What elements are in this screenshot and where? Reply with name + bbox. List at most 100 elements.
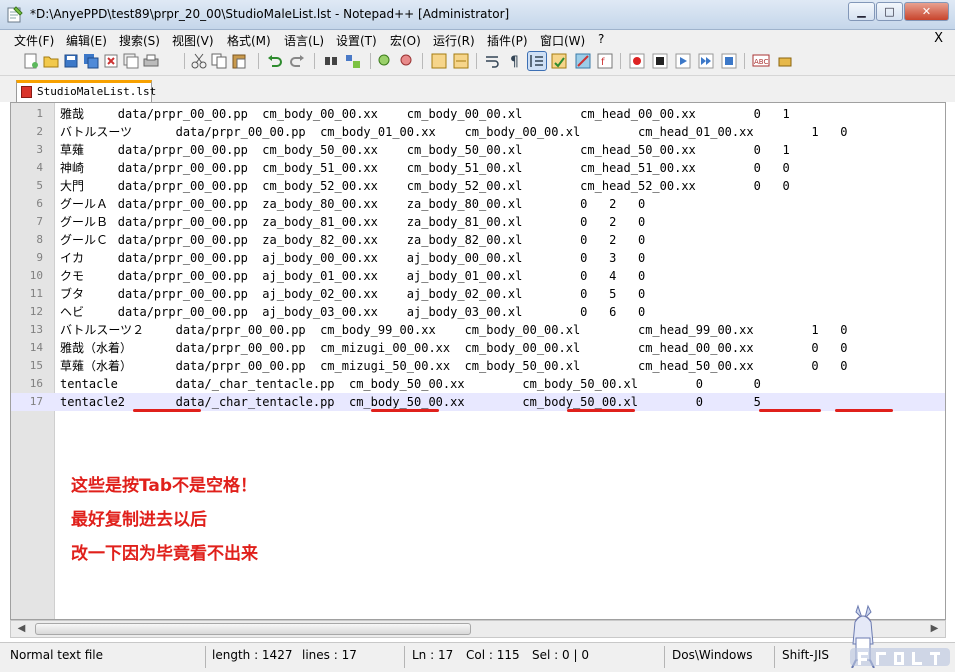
print-icon[interactable]	[142, 52, 160, 70]
menu-run[interactable]: 运行(R)	[433, 32, 475, 49]
editor-line[interactable]: 7 グールＢ data/prpr_00_00.pp za_body_81_00.x…	[11, 213, 945, 231]
svg-text:ABC: ABC	[754, 58, 768, 66]
scrollbar-thumb[interactable]	[35, 623, 471, 635]
scroll-right-icon[interactable]: ▶	[926, 621, 943, 637]
editor-line[interactable]: 1 雅哉 data/prpr_00_00.pp cm_body_00_00.xx …	[11, 105, 945, 123]
find-icon[interactable]	[322, 52, 340, 70]
line-number: 8	[36, 233, 43, 246]
line-text: 草薙 data/prpr_00_00.pp cm_body_50_00.xx c…	[60, 143, 790, 157]
close-document-button[interactable]: X	[934, 31, 943, 46]
cursor-line: Ln : 17	[412, 648, 454, 662]
indent-guide-icon[interactable]	[527, 51, 547, 71]
editor-line[interactable]: 14 雅哉（水着） data/prpr_00_00.pp cm_mizugi_00…	[11, 339, 945, 357]
line-number: 2	[36, 125, 43, 138]
editor-line[interactable]: 10 クモ data/prpr_00_00.pp aj_body_01_00.xx…	[11, 267, 945, 285]
line-number: 12	[29, 305, 43, 318]
minimize-button[interactable]: ▁	[848, 2, 875, 21]
editor-line[interactable]: 5 大門 data/prpr_00_00.pp cm_body_52_00.xx …	[11, 177, 945, 195]
encoding[interactable]: Shift-JIS	[782, 648, 829, 662]
user-defined-language-icon[interactable]	[550, 52, 568, 70]
line-number: 13	[29, 323, 43, 336]
word-wrap-icon[interactable]	[484, 52, 502, 70]
annotation-line-1: 这些是按Tab不是空格！	[71, 476, 258, 496]
status-bar: Normal text file length : 1427 lines : 1…	[0, 642, 955, 672]
annotation-line-3: 改一下因为毕竟看不出来	[71, 544, 258, 564]
sync-horizontal-icon[interactable]	[452, 52, 470, 70]
line-text: ブタ data/prpr_00_00.pp aj_body_02_00.xx a…	[60, 287, 646, 301]
tab-bar: StudioMaleList.lst	[0, 76, 955, 102]
undo-icon[interactable]	[266, 52, 284, 70]
scroll-left-icon[interactable]: ◀	[13, 621, 30, 637]
save-icon[interactable]	[62, 52, 80, 70]
play-macro-icon[interactable]	[674, 52, 692, 70]
maximize-button[interactable]: □	[876, 2, 903, 21]
cut-icon[interactable]	[190, 52, 208, 70]
stop-macro-icon[interactable]	[651, 52, 669, 70]
title-bar: *D:\AnyePPD\test89\prpr_20_00\StudioMale…	[0, 0, 955, 30]
redo-icon[interactable]	[288, 52, 306, 70]
text-editor[interactable]: 1 雅哉 data/prpr_00_00.pp cm_body_00_00.xx …	[10, 102, 946, 620]
menu-file[interactable]: 文件(F)	[14, 32, 54, 49]
menu-settings[interactable]: 设置(T)	[336, 32, 377, 49]
line-text: イカ data/prpr_00_00.pp aj_body_00_00.xx a…	[60, 251, 646, 265]
new-file-icon[interactable]	[22, 52, 40, 70]
menu-language[interactable]: 语言(L)	[284, 32, 324, 49]
tab-marker	[759, 409, 821, 412]
line-text: 雅哉（水着） data/prpr_00_00.pp cm_mizugi_00_0…	[60, 341, 848, 355]
eol-format[interactable]: Dos\Windows	[672, 648, 752, 662]
editor-line[interactable]: 6 グールＡ data/prpr_00_00.pp za_body_80_00.x…	[11, 195, 945, 213]
horizontal-scrollbar[interactable]: ◀ ▶	[10, 620, 946, 638]
editor-line[interactable]: 15 草薙（水着） data/prpr_00_00.pp cm_mizugi_50…	[11, 357, 945, 375]
paste-icon[interactable]	[230, 52, 248, 70]
tab-marker	[133, 409, 201, 412]
function-list-icon[interactable]: f	[596, 52, 614, 70]
unsaved-file-icon	[21, 86, 32, 98]
line-number: 10	[29, 269, 43, 282]
plugin-tool-icon[interactable]	[776, 52, 794, 70]
show-all-chars-icon[interactable]: ¶	[506, 52, 524, 70]
menu-edit[interactable]: 编辑(E)	[66, 32, 107, 49]
save-all-icon[interactable]	[82, 52, 100, 70]
close-window-button[interactable]: ✕	[904, 2, 949, 21]
menu-search[interactable]: 搜索(S)	[119, 32, 160, 49]
editor-line[interactable]: 16 tentacle data/_char_tentacle.pp cm_bod…	[11, 375, 945, 393]
editor-line[interactable]: 3 草薙 data/prpr_00_00.pp cm_body_50_00.xx …	[11, 141, 945, 159]
zoom-in-icon[interactable]	[376, 52, 394, 70]
close-file-icon[interactable]	[102, 52, 120, 70]
svg-text:f: f	[601, 57, 605, 68]
tab-studiomalelist[interactable]: StudioMaleList.lst	[16, 80, 156, 102]
zoom-out-icon[interactable]	[398, 52, 416, 70]
menu-format[interactable]: 格式(M)	[227, 32, 271, 49]
copy-icon[interactable]	[210, 52, 228, 70]
doc-length: length : 1427	[212, 648, 293, 662]
editor-line[interactable]: 4 神崎 data/prpr_00_00.pp cm_body_51_00.xx …	[11, 159, 945, 177]
close-all-icon[interactable]	[122, 52, 140, 70]
run-macro-multiple-icon[interactable]	[697, 52, 715, 70]
menu-plugins[interactable]: 插件(P)	[487, 32, 528, 49]
editor-line[interactable]: 13 バトルスーツ２ data/prpr_00_00.pp cm_body_99_…	[11, 321, 945, 339]
sync-vertical-icon[interactable]	[430, 52, 448, 70]
save-macro-icon[interactable]	[720, 52, 738, 70]
doc-map-icon[interactable]	[574, 52, 592, 70]
menu-help[interactable]: ?	[598, 32, 604, 46]
editor-line[interactable]: 2 バトルスーツ data/prpr_00_00.pp cm_body_01_00…	[11, 123, 945, 141]
editor-line[interactable]: 11 ブタ data/prpr_00_00.pp aj_body_02_00.xx…	[11, 285, 945, 303]
replace-icon[interactable]	[344, 52, 362, 70]
line-number: 14	[29, 341, 43, 354]
open-file-icon[interactable]	[42, 52, 60, 70]
doc-lines: lines : 17	[302, 648, 357, 662]
selection-info: Sel : 0 | 0	[532, 648, 589, 662]
record-macro-icon[interactable]	[628, 52, 646, 70]
line-number: 11	[29, 287, 43, 300]
menu-view[interactable]: 视图(V)	[172, 32, 214, 49]
editor-line[interactable]: 8 グールＣ data/prpr_00_00.pp za_body_82_00.x…	[11, 231, 945, 249]
line-text: グールＡ data/prpr_00_00.pp za_body_80_00.xx…	[60, 197, 646, 211]
line-number: 7	[36, 215, 43, 228]
menu-window[interactable]: 窗口(W)	[540, 32, 585, 49]
menu-macro[interactable]: 宏(O)	[390, 32, 421, 49]
spell-check-icon[interactable]: ABC	[752, 52, 770, 70]
editor-line[interactable]: 9 イカ data/prpr_00_00.pp aj_body_00_00.xx …	[11, 249, 945, 267]
line-number: 6	[36, 197, 43, 210]
tab-label: StudioMaleList.lst	[37, 85, 157, 98]
editor-line[interactable]: 12 ヘビ data/prpr_00_00.pp aj_body_03_00.xx…	[11, 303, 945, 321]
